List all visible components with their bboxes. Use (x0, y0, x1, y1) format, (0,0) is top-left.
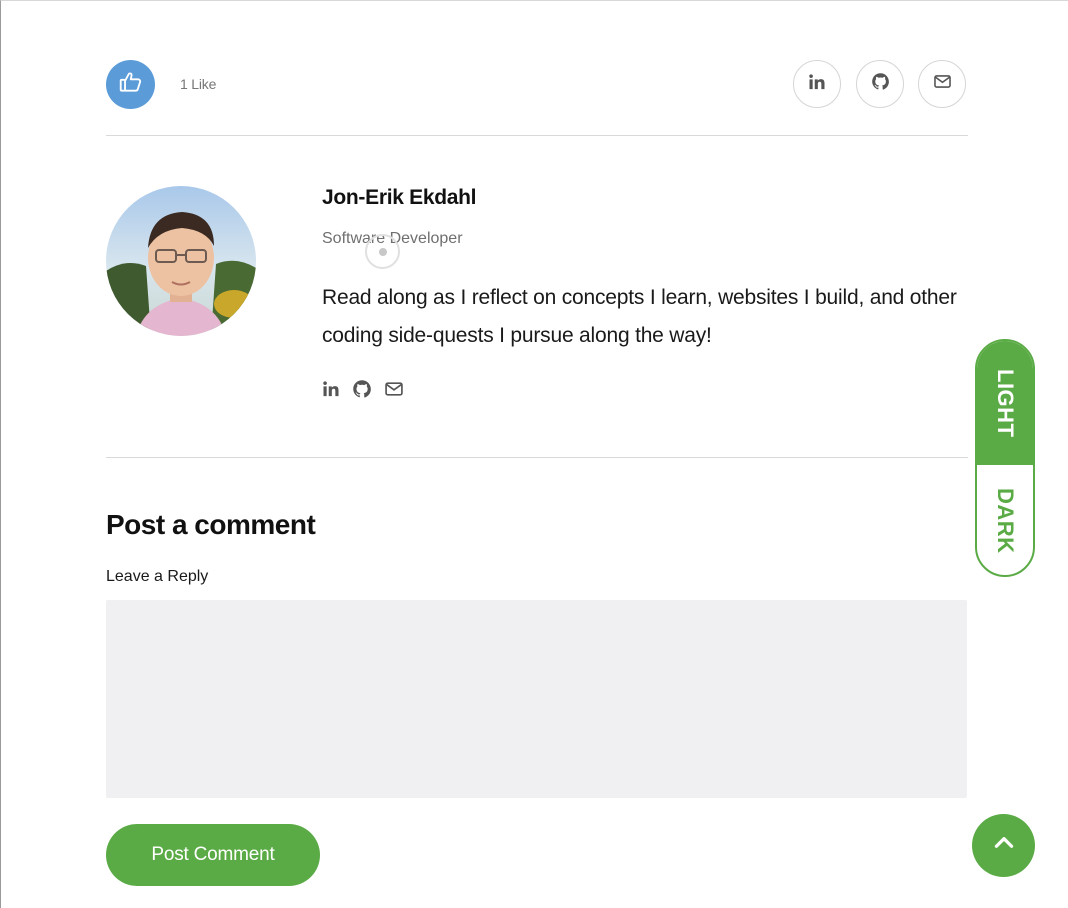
reply-label: Leave a Reply (106, 568, 209, 585)
share-email-button[interactable] (918, 60, 966, 108)
thumbs-up-icon (118, 69, 144, 100)
like-count: 1 Like (180, 76, 217, 92)
theme-toggle: LIGHT DARK (975, 339, 1035, 577)
divider (106, 457, 968, 458)
reply-textarea[interactable] (106, 600, 967, 798)
light-label: LIGHT (993, 368, 1018, 438)
divider (106, 135, 968, 136)
dark-label: DARK (993, 488, 1018, 554)
github-icon (352, 379, 372, 404)
cursor-dot (379, 248, 387, 256)
author-github-link[interactable] (352, 379, 372, 404)
scroll-to-top-button[interactable] (972, 814, 1035, 877)
author-linkedin-link[interactable] (321, 380, 341, 403)
dark-mode-button[interactable]: DARK (977, 465, 1033, 575)
linkedin-icon (808, 73, 826, 96)
author-bio: Read along as I reflect on concepts I le… (322, 286, 957, 347)
light-mode-button[interactable]: LIGHT (977, 341, 1033, 465)
post-comment-button[interactable]: Post Comment (106, 824, 320, 886)
share-github-button[interactable] (856, 60, 904, 108)
envelope-icon (933, 72, 952, 96)
chevron-up-icon (991, 830, 1017, 861)
author-avatar (106, 186, 256, 336)
comment-heading: Post a comment (106, 509, 316, 540)
github-icon (871, 72, 890, 96)
author-email-link[interactable] (384, 381, 404, 401)
share-linkedin-button[interactable] (793, 60, 841, 108)
author-name: Jon-Erik Ekdahl (322, 186, 477, 209)
envelope-icon (384, 379, 404, 404)
like-button[interactable] (106, 60, 155, 109)
linkedin-icon (322, 380, 340, 403)
